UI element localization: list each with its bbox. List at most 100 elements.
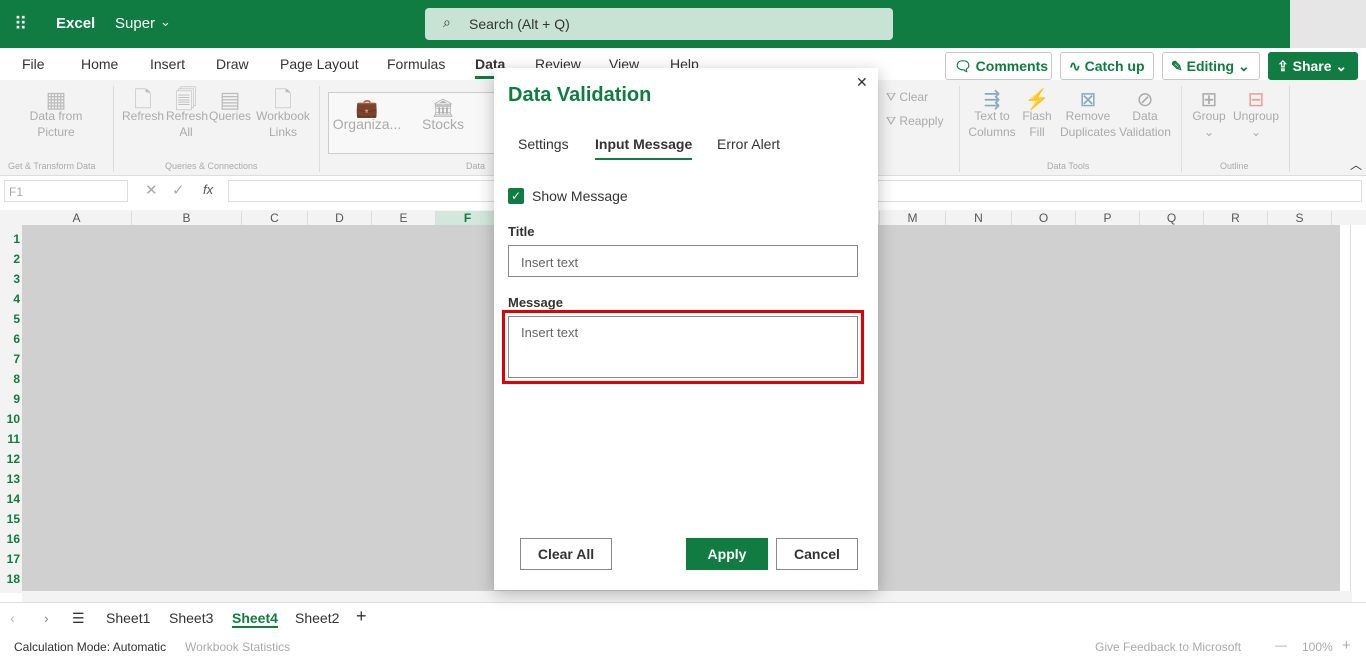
sheet-tab-sheet2[interactable]: Sheet2 bbox=[295, 610, 339, 626]
tab-input-message[interactable]: Input Message bbox=[595, 136, 693, 160]
row-header[interactable]: 8 bbox=[0, 372, 22, 386]
catch-up-button[interactable]: ∿ Catch up bbox=[1060, 52, 1154, 80]
message-placeholder: Insert text bbox=[521, 325, 579, 340]
collapse-ribbon-icon[interactable]: ︿ bbox=[1350, 156, 1362, 173]
organization-button[interactable]: 💼 Organiza... bbox=[332, 99, 402, 132]
horizontal-scrollbar[interactable] bbox=[22, 591, 1352, 602]
data-validation-button[interactable]: ⊘ Data Validation bbox=[1118, 90, 1172, 140]
tab-file[interactable]: File bbox=[22, 56, 45, 72]
refresh-button[interactable]: 🗋 Refresh bbox=[122, 89, 164, 124]
name-box[interactable]: F1 bbox=[4, 180, 128, 202]
tab-insert[interactable]: Insert bbox=[150, 56, 185, 72]
row-header[interactable]: 15 bbox=[0, 512, 22, 526]
tab-draw[interactable]: Draw bbox=[216, 56, 249, 72]
tab-formulas[interactable]: Formulas bbox=[387, 56, 445, 72]
sheet-tab-sheet1[interactable]: Sheet1 bbox=[106, 610, 150, 626]
row-header[interactable]: 10 bbox=[0, 412, 22, 426]
zoom-in-icon[interactable]: + bbox=[1342, 637, 1351, 654]
cancel-button[interactable]: Cancel bbox=[776, 538, 858, 570]
share-label: Share bbox=[1292, 58, 1332, 74]
row-header[interactable]: 2 bbox=[0, 252, 22, 266]
tab-settings[interactable]: Settings bbox=[518, 136, 569, 152]
search-input[interactable]: ⌕ Search (Alt + Q) bbox=[425, 8, 893, 40]
column-header[interactable]: Q bbox=[1140, 211, 1204, 225]
message-textarea[interactable]: Insert text bbox=[508, 316, 858, 378]
calc-mode[interactable]: Calculation Mode: Automatic bbox=[14, 640, 166, 654]
remove-duplicates-button[interactable]: ⊠ Remove Duplicates bbox=[1058, 90, 1118, 140]
text-to-columns-button[interactable]: ⇶ Text to Columns bbox=[966, 90, 1018, 140]
reapply-filter-button[interactable]: ⛛ Reapply bbox=[886, 113, 943, 129]
account-area[interactable] bbox=[1290, 0, 1366, 48]
flash-fill-button[interactable]: ⚡ Flash Fill bbox=[1020, 89, 1054, 140]
row-header[interactable]: 1 bbox=[0, 232, 22, 246]
column-header[interactable]: N bbox=[946, 211, 1012, 225]
title-input[interactable]: Insert text bbox=[508, 245, 858, 277]
column-header[interactable]: S bbox=[1268, 211, 1332, 225]
tab-home[interactable]: Home bbox=[81, 56, 118, 72]
function-icon[interactable]: fx bbox=[203, 182, 213, 197]
row-header[interactable]: 18 bbox=[0, 572, 22, 586]
zoom-out-icon[interactable]: — bbox=[1275, 638, 1287, 652]
tab-page-layout[interactable]: Page Layout bbox=[280, 56, 359, 72]
row-header[interactable]: 6 bbox=[0, 332, 22, 346]
comments-label: Comments bbox=[975, 58, 1049, 74]
check-icon[interactable]: ✓ bbox=[172, 181, 185, 199]
tab-error-alert[interactable]: Error Alert bbox=[717, 136, 780, 152]
column-header[interactable]: C bbox=[242, 211, 308, 225]
close-icon[interactable]: ✕ bbox=[856, 74, 868, 91]
app-launcher-icon[interactable]: ⠿ bbox=[14, 14, 27, 35]
comments-button[interactable]: 🗨 Comments bbox=[945, 52, 1052, 80]
column-header[interactable]: R bbox=[1204, 211, 1268, 225]
row-header[interactable]: 16 bbox=[0, 532, 22, 546]
row-header[interactable]: 3 bbox=[0, 272, 22, 286]
group-label: Queries & Connections bbox=[165, 161, 258, 171]
queries-button[interactable]: ▤ Queries bbox=[208, 89, 252, 124]
row-header[interactable]: 4 bbox=[0, 292, 22, 306]
row-header[interactable]: 7 bbox=[0, 352, 22, 366]
column-header[interactable]: D bbox=[308, 211, 372, 225]
workbook-stats[interactable]: Workbook Statistics bbox=[185, 640, 290, 654]
next-sheet-icon[interactable]: › bbox=[44, 610, 49, 626]
row-header[interactable]: 5 bbox=[0, 312, 22, 326]
zoom-level[interactable]: 100% bbox=[1302, 640, 1333, 654]
workbook-links-button[interactable]: 🗋 Workbook Links bbox=[254, 89, 312, 140]
refresh-all-button[interactable]: 🗐 Refresh All bbox=[166, 89, 208, 140]
all-sheets-icon[interactable]: ☰ bbox=[72, 610, 85, 627]
row-header[interactable]: 11 bbox=[0, 432, 22, 446]
add-sheet-icon[interactable]: + bbox=[356, 606, 367, 627]
chevron-down-icon[interactable]: ⌄ bbox=[160, 14, 171, 30]
workbook-name[interactable]: Super bbox=[115, 15, 155, 32]
row-header[interactable]: 9 bbox=[0, 392, 22, 406]
label: Stocks bbox=[421, 116, 464, 132]
row-header[interactable]: 12 bbox=[0, 452, 22, 466]
editing-button[interactable]: ✎ Editing ⌄ bbox=[1162, 52, 1260, 80]
feedback-link[interactable]: Give Feedback to Microsoft bbox=[1095, 640, 1241, 654]
column-header[interactable]: A bbox=[22, 211, 132, 225]
data-from-picture-button[interactable]: ▦ Data from Picture bbox=[24, 89, 88, 140]
column-header[interactable]: E bbox=[372, 211, 436, 225]
sheet-tab-sheet3[interactable]: Sheet3 bbox=[169, 610, 213, 626]
row-header[interactable]: 14 bbox=[0, 492, 22, 506]
row-header[interactable]: 13 bbox=[0, 472, 22, 486]
flash-icon: ⚡ bbox=[1024, 89, 1050, 111]
vertical-scrollbar[interactable] bbox=[1350, 225, 1366, 591]
search-placeholder: Search (Alt + Q) bbox=[469, 16, 570, 32]
show-message-checkbox[interactable]: ✓ bbox=[508, 188, 524, 204]
apply-button[interactable]: Apply bbox=[686, 538, 768, 570]
share-button[interactable]: ⇪ Share ⌄ bbox=[1268, 52, 1358, 80]
group-button[interactable]: ⊞ Group ⌄ bbox=[1190, 90, 1228, 140]
cancel-icon[interactable]: ✕ bbox=[145, 181, 158, 199]
clear-filter-button[interactable]: ⛛ Clear bbox=[886, 89, 928, 105]
column-header[interactable]: P bbox=[1076, 211, 1140, 225]
row-header[interactable]: 17 bbox=[0, 552, 22, 566]
prev-sheet-icon[interactable]: ‹ bbox=[10, 610, 15, 626]
data-validation-dialog: Data Validation ✕ Settings Input Message… bbox=[494, 68, 878, 590]
column-header[interactable]: O bbox=[1012, 211, 1076, 225]
message-label: Message bbox=[508, 295, 563, 310]
column-header[interactable]: B bbox=[132, 211, 242, 225]
stocks-button[interactable]: 🏛 Stocks bbox=[418, 99, 468, 132]
column-header[interactable]: M bbox=[880, 211, 946, 225]
ungroup-button[interactable]: ⊟ Ungroup ⌄ bbox=[1230, 90, 1282, 140]
sheet-tab-sheet4[interactable]: Sheet4 bbox=[232, 610, 278, 628]
clear-all-button[interactable]: Clear All bbox=[520, 538, 612, 570]
